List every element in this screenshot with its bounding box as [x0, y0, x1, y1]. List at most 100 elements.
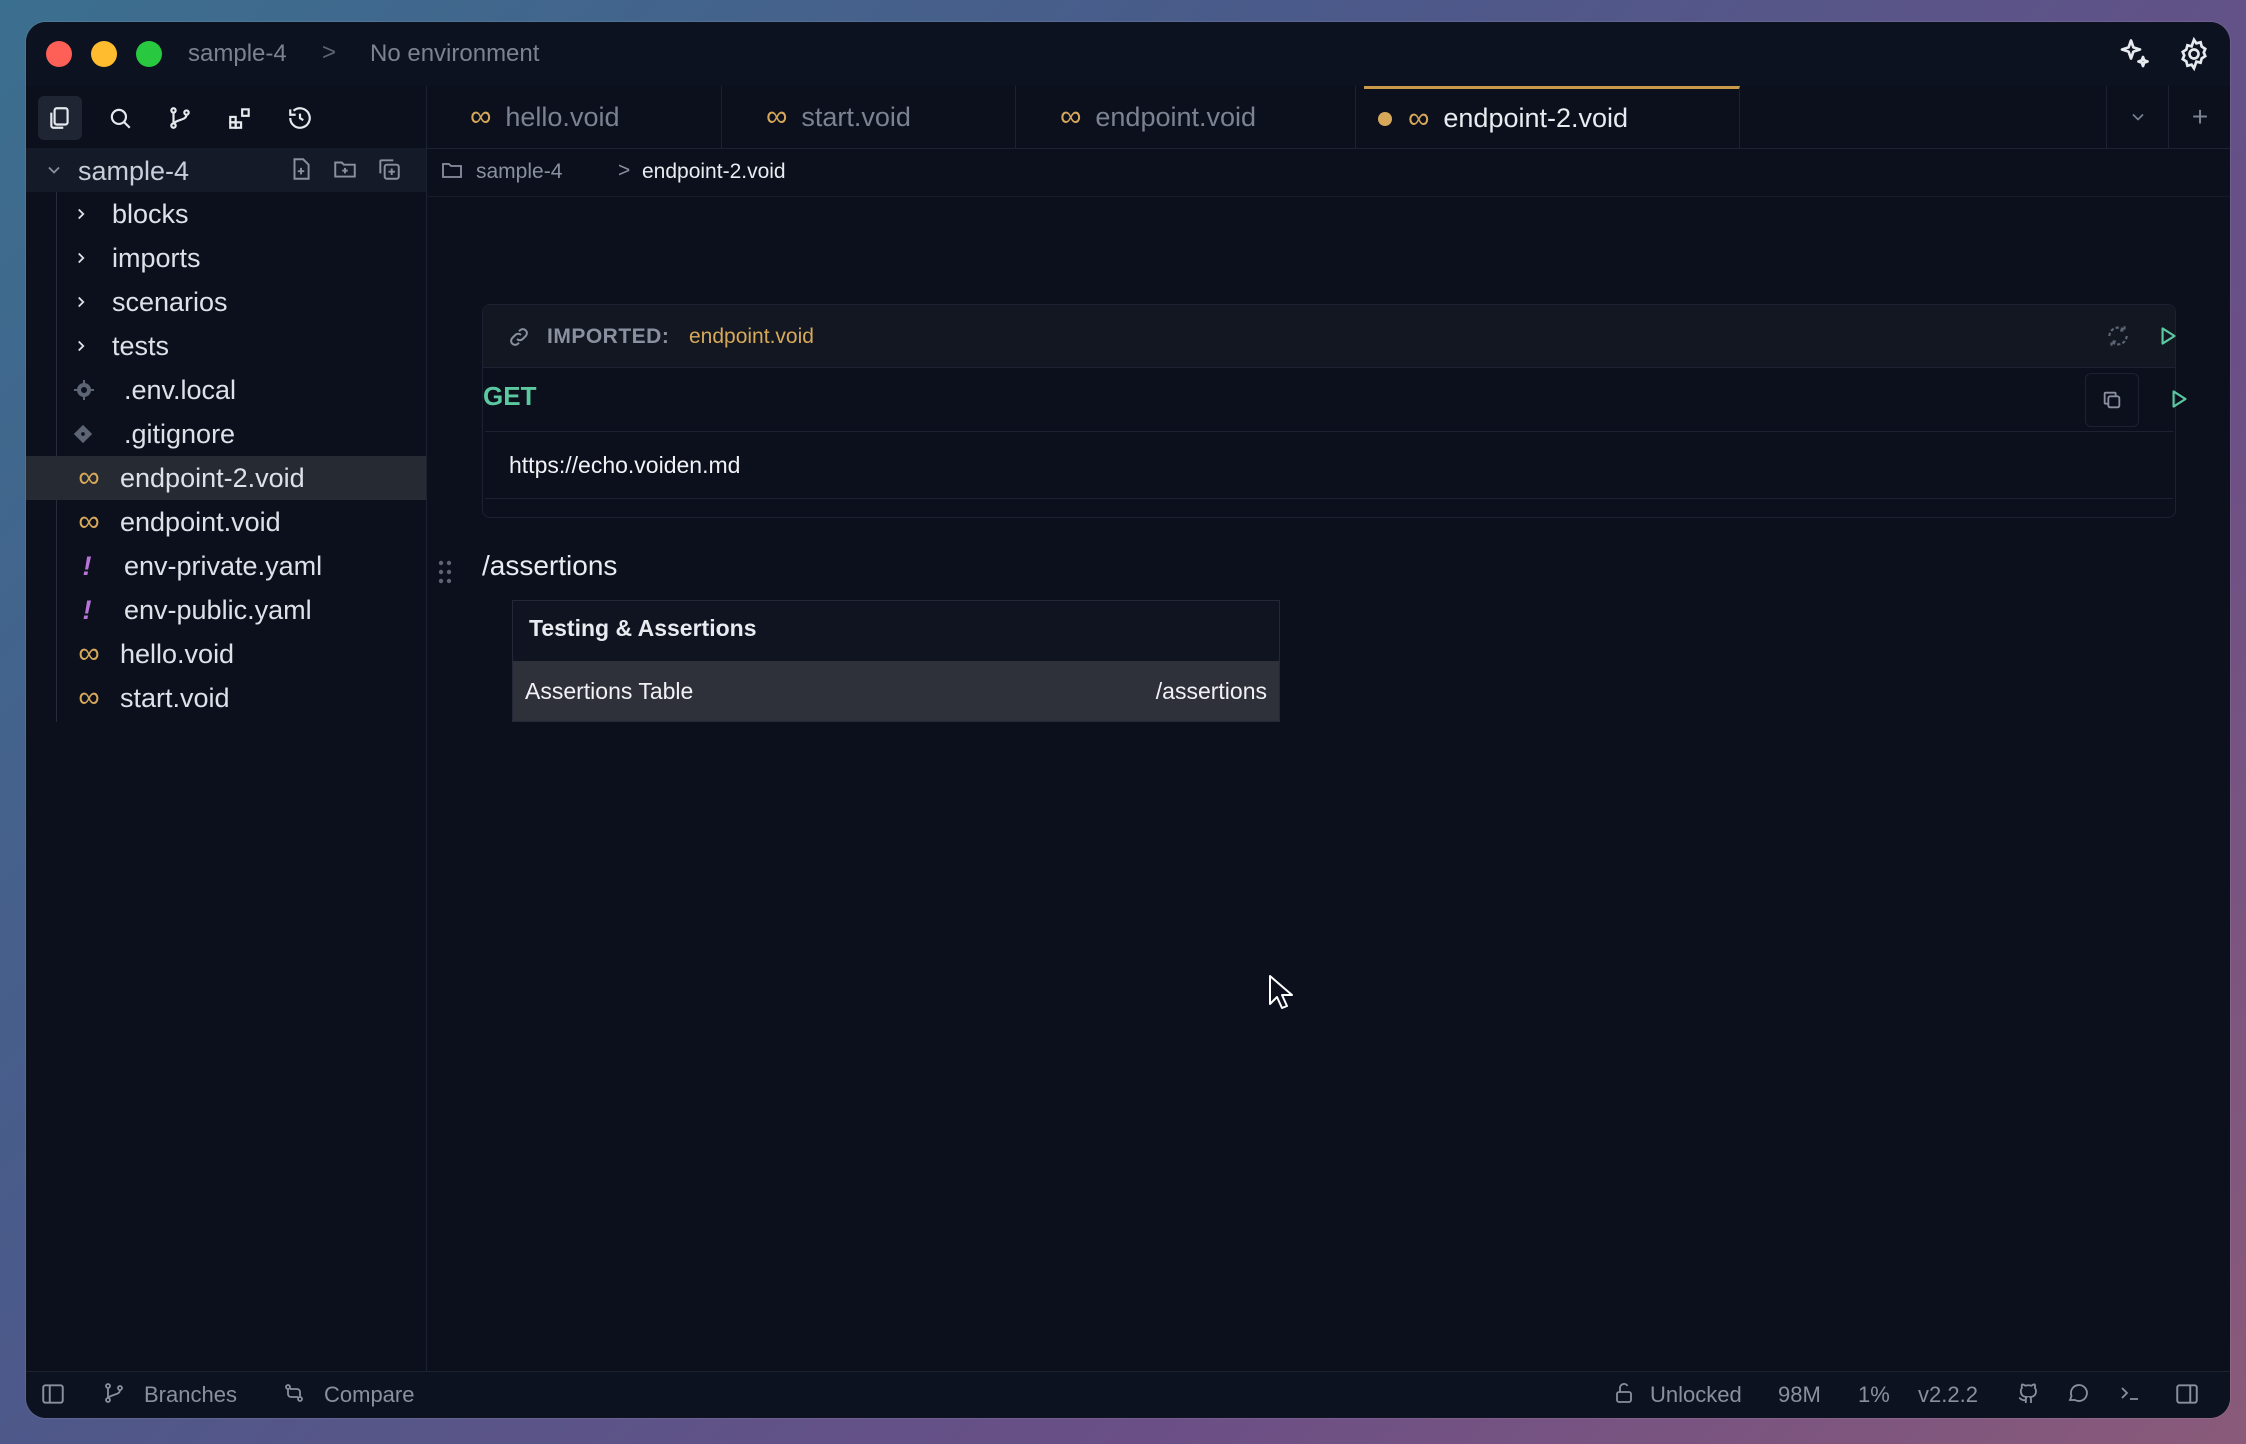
tree-item-label: hello.void	[120, 638, 235, 669]
sparkle-icon[interactable]	[2116, 36, 2152, 72]
tab-label: start.void	[801, 101, 911, 132]
slash-command-input[interactable]: /assertions	[482, 550, 617, 582]
new-folder-icon[interactable]	[332, 156, 358, 182]
activity-bar	[26, 86, 427, 148]
tree-folder-tests[interactable]: tests	[26, 324, 426, 368]
menu-item-shortcut: /assertions	[1155, 678, 1267, 704]
git-icon	[72, 423, 102, 445]
project-name: sample-4	[78, 156, 190, 186]
tree-folder-blocks[interactable]: blocks	[26, 192, 426, 236]
imported-header: IMPORTED: endpoint.void	[483, 305, 2176, 368]
http-method[interactable]: GET	[483, 381, 536, 412]
tab-label: endpoint-2.void	[1443, 103, 1629, 133]
new-tab-button[interactable]: +	[2168, 86, 2230, 148]
infinity-icon: ∞	[1408, 101, 1430, 135]
github-icon[interactable]	[2016, 1381, 2040, 1405]
toggle-sidebar-icon[interactable]	[40, 1381, 66, 1407]
editor-area[interactable]: IMPORTED: endpoint.void GET https://echo…	[426, 196, 2230, 1372]
history-icon[interactable]	[278, 96, 322, 140]
chevron-down-icon[interactable]	[44, 160, 64, 180]
duplicate-icon[interactable]	[376, 156, 402, 182]
tree-file-endpoint-void[interactable]: ∞ endpoint.void	[26, 500, 426, 544]
imported-file-link[interactable]: endpoint.void	[689, 325, 814, 349]
menu-section-header: Testing & Assertions	[529, 615, 757, 641]
unlink-icon[interactable]	[2105, 323, 2131, 349]
tree-file-env-private-yaml[interactable]: ! env-private.yaml	[26, 544, 426, 588]
tab-endpoint-2-void[interactable]: ∞ endpoint-2.void	[1364, 86, 1740, 148]
tree-file-start-void[interactable]: ∞ start.void	[26, 676, 426, 720]
infinity-icon: ∞	[78, 681, 100, 714]
environment-selector[interactable]: No environment	[370, 40, 539, 68]
drag-handle-icon[interactable]	[436, 558, 454, 586]
breadcrumb-file[interactable]: endpoint-2.void	[642, 160, 786, 184]
tree-item-label: env-private.yaml	[124, 550, 323, 581]
tab-endpoint-void[interactable]: ∞ endpoint.void	[1016, 86, 1356, 148]
terminal-icon[interactable]	[2118, 1381, 2142, 1405]
chevron-right-icon	[72, 205, 102, 223]
tree-file-env-public-yaml[interactable]: ! env-public.yaml	[26, 588, 426, 632]
chat-icon[interactable]	[2066, 1381, 2090, 1405]
version-label: v2.2.2	[1918, 1382, 1978, 1407]
yaml-exclamation-icon: !	[82, 550, 92, 581]
breadcrumb: sample-4 > endpoint-2.void	[426, 148, 2230, 197]
tree-file-hello-void[interactable]: ∞ hello.void	[26, 632, 426, 676]
search-icon[interactable]	[98, 96, 142, 140]
extensions-blocks-icon[interactable]	[218, 96, 262, 140]
folder-icon	[440, 158, 464, 182]
close-window-button[interactable]	[46, 41, 72, 67]
memory-usage: 98M	[1778, 1382, 1821, 1407]
project-root-row[interactable]: sample-4	[26, 148, 426, 192]
tree-item-label: scenarios	[112, 286, 228, 317]
url-field[interactable]: https://echo.voiden.md	[485, 431, 2173, 499]
branch-icon	[102, 1381, 126, 1405]
slash-command-menu: Testing & Assertions Assertions Table /a…	[512, 600, 1280, 722]
chevron-right-icon	[72, 293, 102, 311]
tab-start-void[interactable]: ∞ start.void	[722, 86, 1016, 148]
imported-label: IMPORTED:	[547, 325, 670, 348]
infinity-icon: ∞	[1060, 100, 1082, 133]
settings-gear-icon[interactable]	[2176, 36, 2212, 72]
link-icon	[507, 325, 531, 349]
new-file-icon[interactable]	[288, 156, 314, 182]
menu-item-assertions-table[interactable]: Assertions Table /assertions	[513, 661, 1279, 721]
compare-button[interactable]: Compare	[324, 1382, 414, 1408]
title-separator: >	[322, 39, 337, 66]
infinity-icon: ∞	[78, 461, 100, 494]
yaml-exclamation-icon: !	[82, 594, 92, 625]
branches-button[interactable]: Branches	[144, 1382, 237, 1408]
infinity-icon: ∞	[78, 505, 100, 538]
project-title[interactable]: sample-4	[188, 40, 287, 68]
tree-folder-imports[interactable]: imports	[26, 236, 426, 280]
tabs-dropdown-button[interactable]	[2106, 86, 2169, 148]
toggle-panel-icon[interactable]	[2174, 1381, 2200, 1407]
compare-icon	[282, 1381, 306, 1405]
copy-icon[interactable]	[2085, 373, 2139, 427]
tree-item-label: .gitignore	[124, 418, 236, 449]
tree-item-label: env-public.yaml	[124, 594, 312, 625]
cpu-usage: 1%	[1858, 1382, 1890, 1407]
maximize-window-button[interactable]	[136, 41, 162, 67]
send-request-play-icon[interactable]	[2153, 373, 2205, 425]
tree-item-label: .env.local	[124, 374, 237, 405]
tab-bar: ∞ hello.void ∞ start.void ∞ endpoint.voi…	[26, 86, 2230, 149]
infinity-icon: ∞	[766, 100, 788, 133]
explorer-files-icon[interactable]	[38, 96, 82, 140]
tab-label: hello.void	[505, 101, 620, 132]
minimize-window-button[interactable]	[91, 41, 117, 67]
app-window: sample-4 > No environment ∞ hello.void ∞…	[26, 22, 2230, 1418]
infinity-icon: ∞	[470, 100, 492, 133]
tab-hello-void[interactable]: ∞ hello.void	[426, 86, 722, 148]
tree-file-gitignore[interactable]: .gitignore	[26, 412, 426, 456]
mouse-cursor-icon	[1268, 974, 1294, 1010]
lock-status[interactable]: Unlocked	[1650, 1382, 1742, 1408]
tree-file-endpoint-2-void[interactable]: ∞ endpoint-2.void	[26, 456, 426, 500]
source-control-branch-icon[interactable]	[158, 96, 202, 140]
tree-item-label: tests	[112, 330, 170, 361]
breadcrumb-folder[interactable]: sample-4	[476, 160, 562, 184]
tab-label: endpoint.void	[1095, 101, 1257, 132]
tree-item-label: endpoint-2.void	[120, 462, 305, 493]
tree-file-env-local[interactable]: .env.local	[26, 368, 426, 412]
chevron-right-icon	[72, 337, 102, 355]
tree-folder-scenarios[interactable]: scenarios	[26, 280, 426, 324]
run-imported-play-icon[interactable]	[2155, 323, 2181, 349]
